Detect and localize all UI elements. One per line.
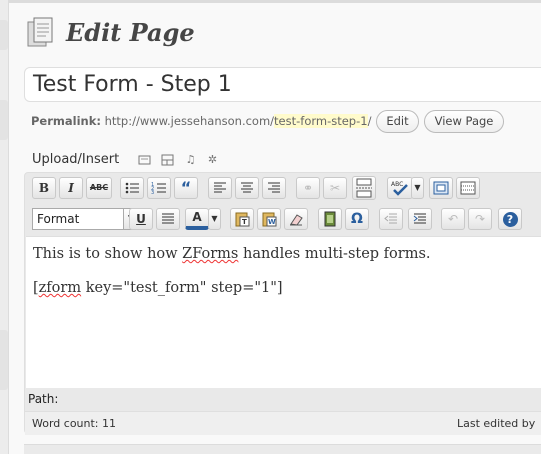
misspelled-word: ZForms [182,246,239,262]
unlink-icon[interactable]: ✂ [323,177,347,199]
align-left-button[interactable] [208,177,232,199]
sidebar-tab [0,20,8,50]
bullet-list-button[interactable] [120,177,144,199]
help-label: ? [502,212,518,227]
align-center-button[interactable] [235,177,259,199]
toolbar-row-2: Format ▼ U A ▼ T W Ω ↶ ↷ ? [25,204,541,232]
eraser-icon[interactable] [284,208,308,230]
add-image-icon[interactable] [138,154,151,166]
paste-text-icon[interactable]: T [230,208,254,230]
add-video-icon[interactable] [161,154,174,166]
spellcheck-icon[interactable]: ABC [387,177,413,199]
permalink-trailing: / [367,114,372,128]
format-select[interactable]: Format [32,208,124,230]
spellcheck-dropdown-icon[interactable]: ▼ [411,177,424,199]
add-audio-icon[interactable]: ♫ [184,154,197,166]
blockquote-button[interactable]: “ [174,177,198,199]
admin-sidebar-edge [0,0,9,454]
permalink-slug[interactable]: test-form-step-1 [274,114,368,128]
upload-insert-label: Upload/Insert [32,152,120,167]
visual-editor: B I ABC 123 “ ⚭ ✂ ABC ▼ Format U A ▼ T W… [24,172,541,435]
toolbar-row-1: B I ABC 123 “ ⚭ ✂ ABC ▼ [25,173,541,201]
sidebar-tab [0,100,8,140]
edit-permalink-button[interactable]: Edit [376,110,419,133]
text-color-dropdown-icon[interactable]: ▼ [208,208,221,230]
bold-button[interactable]: B [32,177,56,199]
content-paragraph: This is to show how ZForms handles multi… [33,246,431,262]
insert-link-icon[interactable]: ⚭ [296,177,320,199]
permalink-label: Permalink: [31,114,101,128]
align-right-button[interactable] [262,177,286,199]
justify-button[interactable] [156,208,180,230]
add-media-icon[interactable]: ✲ [206,154,219,166]
post-title-input[interactable]: Test Form - Step 1 [24,67,541,102]
redo-icon[interactable]: ↷ [468,208,492,230]
path-label: Path: [28,392,59,406]
svg-text:W: W [268,218,276,226]
underline-button[interactable]: U [129,208,153,230]
undo-icon[interactable]: ↶ [441,208,465,230]
last-edited: Last edited by [457,417,536,430]
help-icon[interactable]: ? [498,208,522,230]
word-count: Word count: 11 [32,417,117,430]
fullscreen-icon[interactable] [429,177,453,199]
pages-icon [27,17,53,47]
insert-more-tag-icon[interactable] [352,176,376,200]
italic-button[interactable]: I [59,177,83,199]
outdent-icon[interactable] [379,208,403,230]
editor-content-area[interactable]: This is to show how ZForms handles multi… [26,236,541,388]
permalink-base-url: http://www.jessehanson.com/ [104,114,275,128]
svg-text:3: 3 [151,190,154,195]
content-paragraph: [zform key="test_form" step="1"] [33,280,283,296]
numbered-list-button[interactable]: 123 [147,177,171,199]
indent-icon[interactable] [408,208,432,230]
strikethrough-button[interactable]: ABC [86,177,112,199]
special-character-button[interactable]: Ω [345,208,369,230]
misspelled-word: zform [38,280,82,296]
permalink-row: Permalink: http://www.jessehanson.com/te… [31,114,371,128]
top-border [9,0,541,3]
paste-word-icon[interactable]: W [257,208,281,230]
bottom-border [24,444,541,454]
view-page-button[interactable]: View Page [424,110,504,133]
page-title: Edit Page [66,18,195,47]
media-icon[interactable] [318,208,342,230]
svg-text:T: T [242,218,247,226]
text-color-button[interactable]: A [185,208,209,230]
kitchen-sink-icon[interactable] [456,177,480,199]
svg-text:ABC: ABC [391,181,403,188]
sidebar-tab [0,330,8,390]
editor-status-bar: Word count: 11 Last edited by [25,411,541,435]
